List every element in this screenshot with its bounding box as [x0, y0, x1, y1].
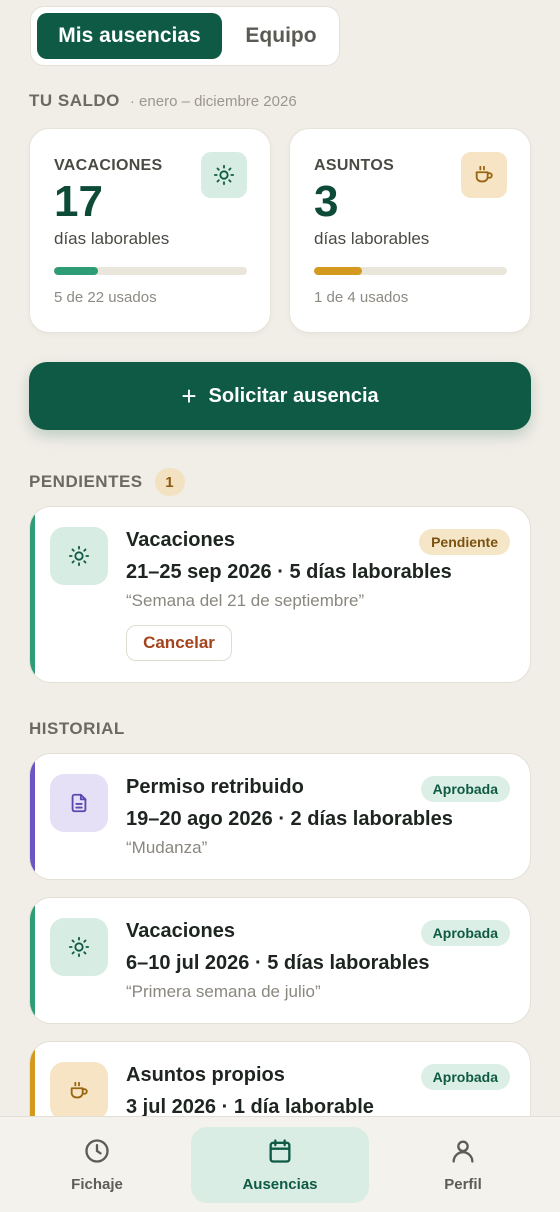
pending-label: PENDIENTES: [29, 472, 143, 491]
request-type: Vacaciones: [126, 529, 235, 551]
document-icon: [50, 774, 108, 832]
balance-card-title: ASUNTOS: [314, 157, 395, 174]
balance-label: TU SALDO: [29, 91, 120, 110]
request-type: Vacaciones: [126, 920, 235, 942]
card-accent-bar: [30, 507, 35, 682]
request-absence-button[interactable]: + Solicitar ausencia: [29, 362, 531, 430]
balance-card-vacaciones: VACACIONES 17 días laborables 5 de 22 us…: [29, 128, 271, 333]
nav-item-ausencias[interactable]: Ausencias: [191, 1127, 369, 1203]
balance-section-header: TU SALDO · enero – diciembre 2026: [29, 91, 297, 111]
usage-progress-bar: [314, 267, 507, 275]
usage-progress-bar: [54, 267, 247, 275]
history-request-card[interactable]: Permiso retribuido 19–20 ago 2026 · 2 dí…: [29, 753, 531, 880]
balance-card-used: 5 de 22 usados: [54, 289, 157, 306]
request-note: “Semana del 21 de septiembre”: [126, 591, 365, 610]
request-type: Asuntos propios: [126, 1064, 285, 1086]
request-absence-label: Solicitar ausencia: [208, 384, 379, 407]
plus-icon: +: [181, 381, 197, 411]
sun-icon: [50, 527, 108, 585]
balance-range: · enero – diciembre 2026: [129, 93, 297, 110]
nav-item-perfil[interactable]: Perfil: [374, 1127, 552, 1203]
request-dates: 21–25 sep 2026 · 5 días laborables: [126, 561, 452, 583]
balance-card-days: 17: [54, 177, 103, 226]
tab-team[interactable]: Equipo: [227, 13, 335, 59]
balance-card-asuntos: ASUNTOS 3 días laborables 1 de 4 usados: [289, 128, 531, 333]
request-type: Permiso retribuido: [126, 776, 304, 798]
nav-item-fichaje[interactable]: Fichaje: [8, 1127, 186, 1203]
sun-icon: [50, 918, 108, 976]
balance-card-unit: días laborables: [314, 229, 430, 248]
pending-request-card[interactable]: Vacaciones 21–25 sep 2026 · 5 días labor…: [29, 506, 531, 683]
calendar-icon: [266, 1137, 294, 1170]
nav-label: Perfil: [444, 1176, 482, 1193]
history-request-card[interactable]: Asuntos propios 3 jul 2026 · 1 día labor…: [29, 1041, 531, 1116]
nav-label: Fichaje: [71, 1176, 123, 1193]
bottom-nav: Fichaje Ausencias Perfil: [0, 1116, 560, 1212]
status-badge: Aprobada: [420, 920, 510, 946]
request-dates: 19–20 ago 2026 · 2 días laborables: [126, 808, 453, 830]
usage-progress-fill: [314, 267, 363, 275]
card-accent-bar: [30, 754, 35, 879]
usage-progress-fill: [54, 267, 98, 275]
pending-section-header: PENDIENTES 1: [29, 468, 185, 496]
request-dates: 6–10 jul 2026 · 5 días laborables: [126, 952, 430, 974]
coffee-icon: [461, 152, 507, 198]
request-note: “Primera semana de julio”: [126, 982, 321, 1001]
status-badge: Aprobada: [420, 1064, 510, 1090]
balance-card-unit: días laborables: [54, 229, 170, 248]
request-dates: 3 jul 2026 · 1 día laborable: [126, 1096, 374, 1116]
history-request-card[interactable]: Vacaciones 6–10 jul 2026 · 5 días labora…: [29, 897, 531, 1024]
view-segmented-control: Mis ausencias Equipo: [30, 6, 340, 66]
main-scroll-area[interactable]: Mis ausencias Equipo TU SALDO · enero – d…: [0, 0, 560, 1116]
balance-card-title: VACACIONES: [54, 157, 163, 174]
history-label: HISTORIAL: [29, 719, 125, 738]
sun-icon: [201, 152, 247, 198]
user-icon: [449, 1137, 477, 1170]
status-badge: Pendiente: [419, 529, 510, 555]
nav-label: Ausencias: [242, 1176, 318, 1193]
card-accent-bar: [30, 898, 35, 1023]
card-accent-bar: [30, 1042, 35, 1116]
clock-icon: [83, 1137, 111, 1170]
request-note: “Mudanza”: [126, 838, 208, 857]
coffee-icon: [50, 1062, 108, 1116]
cancel-request-button[interactable]: Cancelar: [126, 625, 232, 661]
balance-card-days: 3: [314, 177, 339, 226]
balance-card-used: 1 de 4 usados: [314, 289, 409, 306]
tab-my-absences[interactable]: Mis ausencias: [37, 13, 222, 59]
status-badge: Aprobada: [420, 776, 510, 802]
pending-count-badge: 1: [154, 468, 185, 496]
